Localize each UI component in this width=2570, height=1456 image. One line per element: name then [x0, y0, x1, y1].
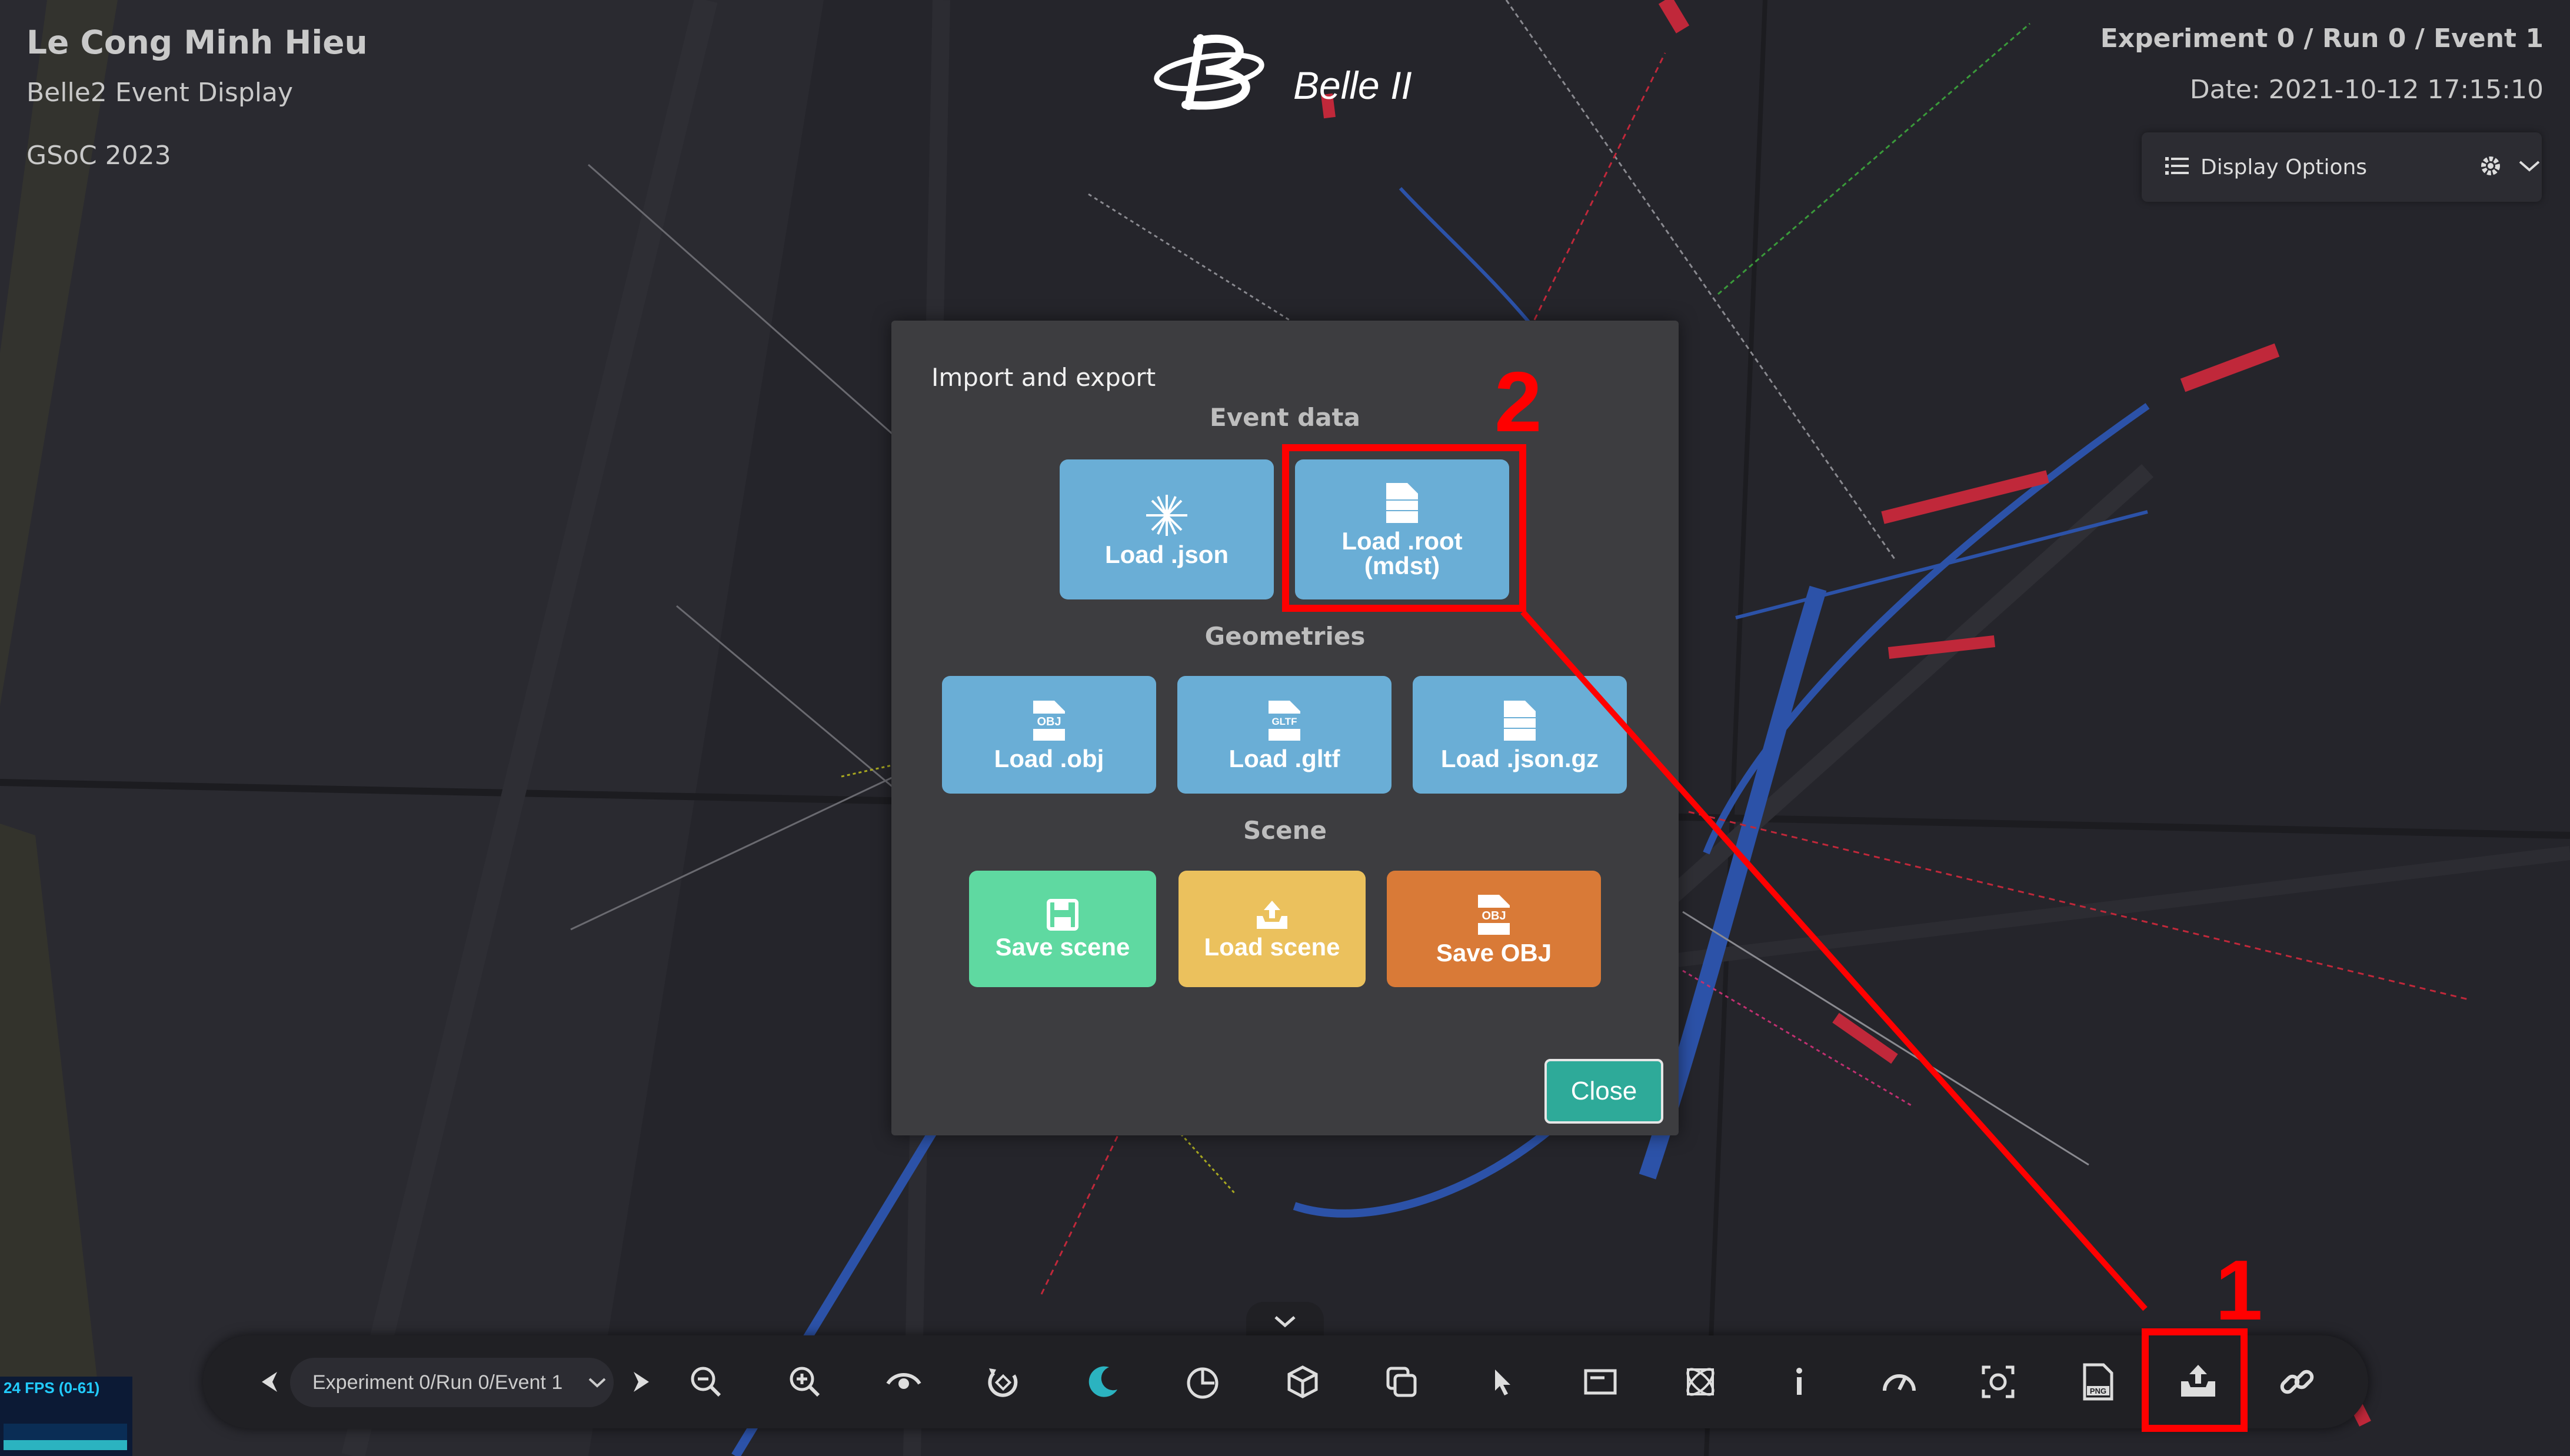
sparkle-icon: [1146, 495, 1187, 536]
save-obj-label: Save OBJ: [1436, 939, 1552, 967]
toolbar-collapse-tab[interactable]: [1246, 1302, 1324, 1338]
display-options-panel[interactable]: Display Options: [2142, 132, 2542, 202]
dark-theme-icon[interactable]: [1083, 1361, 1124, 1402]
header-left: Le Cong Minh Hieu Belle2 Event Display G…: [26, 24, 368, 171]
next-event-icon[interactable]: [621, 1361, 662, 1402]
chevron-down-icon[interactable]: [2518, 157, 2541, 177]
load-obj-label: Load .obj: [994, 745, 1104, 772]
info-panel-icon[interactable]: [1580, 1361, 1621, 1402]
info-icon[interactable]: [1779, 1361, 1820, 1402]
section-geometries: Geometries: [1204, 622, 1366, 651]
copy-icon[interactable]: [1381, 1361, 1422, 1402]
annotation-number-1: 1: [2215, 1242, 2263, 1338]
close-button[interactable]: Close: [1544, 1059, 1663, 1124]
section-scene: Scene: [1243, 816, 1327, 845]
load-root-label-line2: (mdst): [1364, 552, 1440, 579]
eye-icon[interactable]: [883, 1361, 924, 1402]
import-export-icon[interactable]: [2178, 1361, 2219, 1402]
svg-text:OBJ: OBJ: [1037, 715, 1061, 728]
event-selector[interactable]: Experiment 0/Run 0/Event 1: [290, 1358, 614, 1407]
dialog-title: Import and export: [931, 363, 1156, 392]
overlay-icon[interactable]: [1182, 1361, 1223, 1402]
save-scene-label: Save scene: [995, 933, 1130, 961]
svg-text:GLTF: GLTF: [1271, 716, 1297, 727]
select-icon[interactable]: [1481, 1361, 1522, 1402]
svg-text:OBJ: OBJ: [1482, 909, 1506, 922]
belle2-logo: Belle II: [1153, 24, 1436, 118]
load-json-button[interactable]: Load .json: [1060, 459, 1274, 599]
obj-file-icon: OBJ: [1476, 895, 1512, 935]
load-gltf-label: Load .gltf: [1229, 745, 1340, 772]
experiment-info: Experiment 0 / Run 0 / Event 1: [2100, 24, 2544, 54]
chevron-down-icon: [588, 1378, 606, 1388]
fps-graph: [4, 1424, 127, 1450]
cube-icon[interactable]: [1282, 1361, 1323, 1402]
zoom-in-icon[interactable]: [784, 1361, 825, 1402]
upload-tray-icon: [1257, 901, 1287, 929]
display-options-label: Display Options: [2201, 155, 2368, 179]
png-icon[interactable]: PNG: [2078, 1361, 2119, 1402]
save-scene-button[interactable]: Save scene: [969, 871, 1156, 987]
gltf-file-icon: GLTF: [1266, 701, 1303, 741]
author-name: Le Cong Minh Hieu: [26, 24, 368, 61]
link-icon[interactable]: [2276, 1361, 2318, 1402]
atom-icon[interactable]: [1680, 1361, 1721, 1402]
floppy-icon: [1047, 899, 1078, 931]
app-subtitle: Belle2 Event Display: [26, 78, 293, 108]
load-scene-button[interactable]: Load scene: [1179, 871, 1366, 987]
load-obj-button[interactable]: OBJ Load .obj: [942, 676, 1156, 794]
import-export-dialog: Import and export Event data Load .json …: [891, 321, 1679, 1135]
svg-text:PNG: PNG: [2090, 1387, 2106, 1395]
chevron-down-icon: [1274, 1316, 1296, 1328]
rotate-icon[interactable]: [983, 1361, 1024, 1402]
bottom-toolbar: Experiment 0/Run 0/Event 1 PNG: [203, 1335, 2368, 1428]
load-json-label: Load .json: [1105, 541, 1229, 568]
load-jsongz-label: Load .json.gz: [1440, 745, 1599, 772]
load-gltf-button[interactable]: GLTF Load .gltf: [1177, 676, 1391, 794]
screenshot-icon[interactable]: [1978, 1361, 2019, 1402]
load-root-label: Load .root (mdst): [1341, 529, 1462, 578]
file-icon: [1384, 483, 1420, 523]
section-event-data: Event data: [1210, 403, 1360, 432]
header-right: Experiment 0 / Run 0 / Event 1 Date: 202…: [2100, 24, 2544, 105]
gsoc-label: GSoC 2023: [26, 141, 171, 171]
load-root-label-line1: Load .root: [1341, 527, 1463, 555]
logo-text: Belle II: [1293, 64, 1412, 107]
event-selector-value: Experiment 0/Run 0/Event 1: [312, 1371, 563, 1394]
annotation-number-2: 2: [1494, 354, 1542, 449]
gear-icon[interactable]: [2479, 154, 2502, 180]
event-date: Date: 2021-10-12 17:15:10: [2189, 75, 2544, 105]
obj-file-icon: OBJ: [1031, 701, 1067, 741]
speed-icon[interactable]: [1879, 1361, 1920, 1402]
file-icon: [1502, 701, 1538, 741]
load-jsongz-button[interactable]: Load .json.gz: [1413, 676, 1627, 794]
zoom-out-icon[interactable]: [685, 1361, 727, 1402]
prev-event-icon[interactable]: [249, 1361, 290, 1402]
fps-monitor: 24 FPS (0-61): [0, 1377, 132, 1456]
load-scene-label: Load scene: [1204, 933, 1340, 961]
save-obj-button[interactable]: OBJ Save OBJ: [1387, 871, 1601, 987]
list-icon: [2165, 156, 2189, 178]
load-root-button[interactable]: Load .root (mdst): [1295, 459, 1509, 599]
fps-label: 24 FPS (0-61): [4, 1379, 100, 1397]
